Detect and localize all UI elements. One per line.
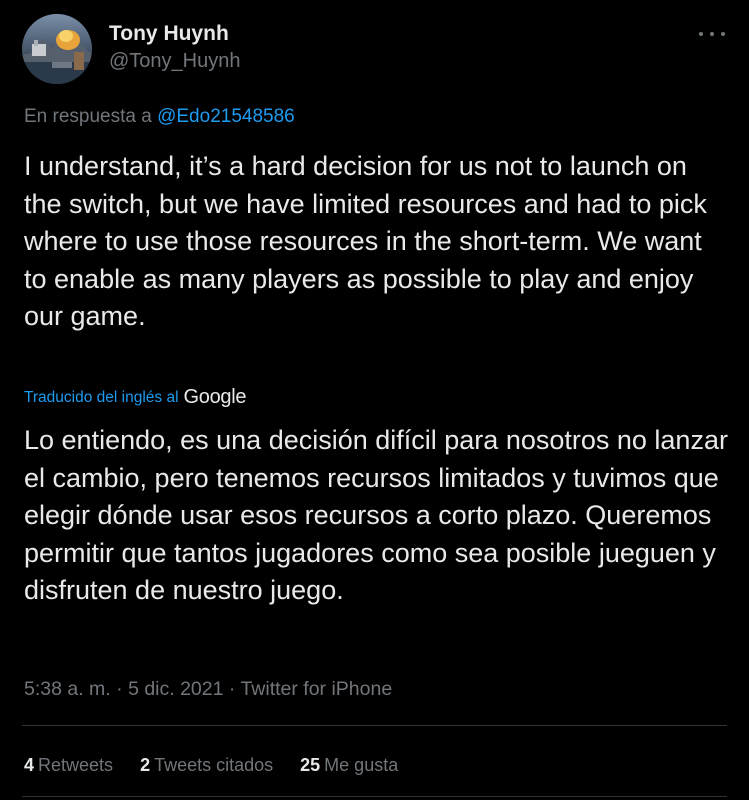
google-logo: Google bbox=[183, 386, 247, 408]
translated-text: Lo entiendo, es una decisión difícil par… bbox=[24, 425, 728, 605]
quote-tweets-stat[interactable]: 2 Tweets citados bbox=[140, 755, 273, 776]
meta-separator: · bbox=[110, 678, 129, 700]
more-options-icon[interactable] bbox=[699, 26, 725, 42]
retweets-stat[interactable]: 4 Retweets bbox=[24, 755, 113, 776]
reply-mention-link[interactable]: @Edo21548586 bbox=[157, 106, 295, 127]
engagement-stats: 4 Retweets 2 Tweets citados 25 Me gusta bbox=[24, 755, 425, 776]
tweet: Tony Huynh @Tony_Huynh En respuesta a @E… bbox=[0, 0, 749, 800]
tweet-text: I understand, it’s a hard decision for u… bbox=[24, 151, 707, 331]
avatar-landscape-image bbox=[22, 14, 92, 84]
reply-prefix: En respuesta a bbox=[24, 106, 152, 127]
divider bbox=[22, 796, 727, 797]
divider bbox=[22, 725, 727, 726]
translation-attribution[interactable]: Traducido del inglés al Google bbox=[24, 386, 247, 409]
quote-tweets-count: 2 bbox=[140, 755, 151, 775]
dot-icon bbox=[699, 32, 703, 36]
display-name[interactable]: Tony Huynh bbox=[109, 22, 229, 46]
tweet-meta: 5:38 a. m. · 5 dic. 2021 · Twitter for i… bbox=[24, 678, 392, 701]
quote-tweets-label: Tweets citados bbox=[154, 755, 274, 775]
avatar[interactable] bbox=[22, 14, 92, 84]
retweets-count: 4 bbox=[24, 755, 35, 775]
reply-context: En respuesta a @Edo21548586 bbox=[24, 106, 295, 128]
meta-separator: · bbox=[223, 678, 241, 700]
likes-label: Me gusta bbox=[324, 755, 399, 775]
tweet-header: Tony Huynh @Tony_Huynh bbox=[22, 14, 727, 84]
translation-label: Traducido del inglés al bbox=[24, 388, 179, 406]
retweets-label: Retweets bbox=[38, 755, 114, 775]
tweet-date[interactable]: 5 dic. 2021 bbox=[128, 678, 223, 700]
user-handle[interactable]: @Tony_Huynh bbox=[109, 50, 240, 73]
dot-icon bbox=[721, 32, 725, 36]
tweet-source[interactable]: Twitter for iPhone bbox=[240, 678, 392, 700]
likes-count: 25 bbox=[300, 755, 321, 775]
tweet-time[interactable]: 5:38 a. m. bbox=[24, 678, 111, 700]
dot-icon bbox=[710, 32, 714, 36]
likes-stat[interactable]: 25 Me gusta bbox=[300, 755, 398, 776]
